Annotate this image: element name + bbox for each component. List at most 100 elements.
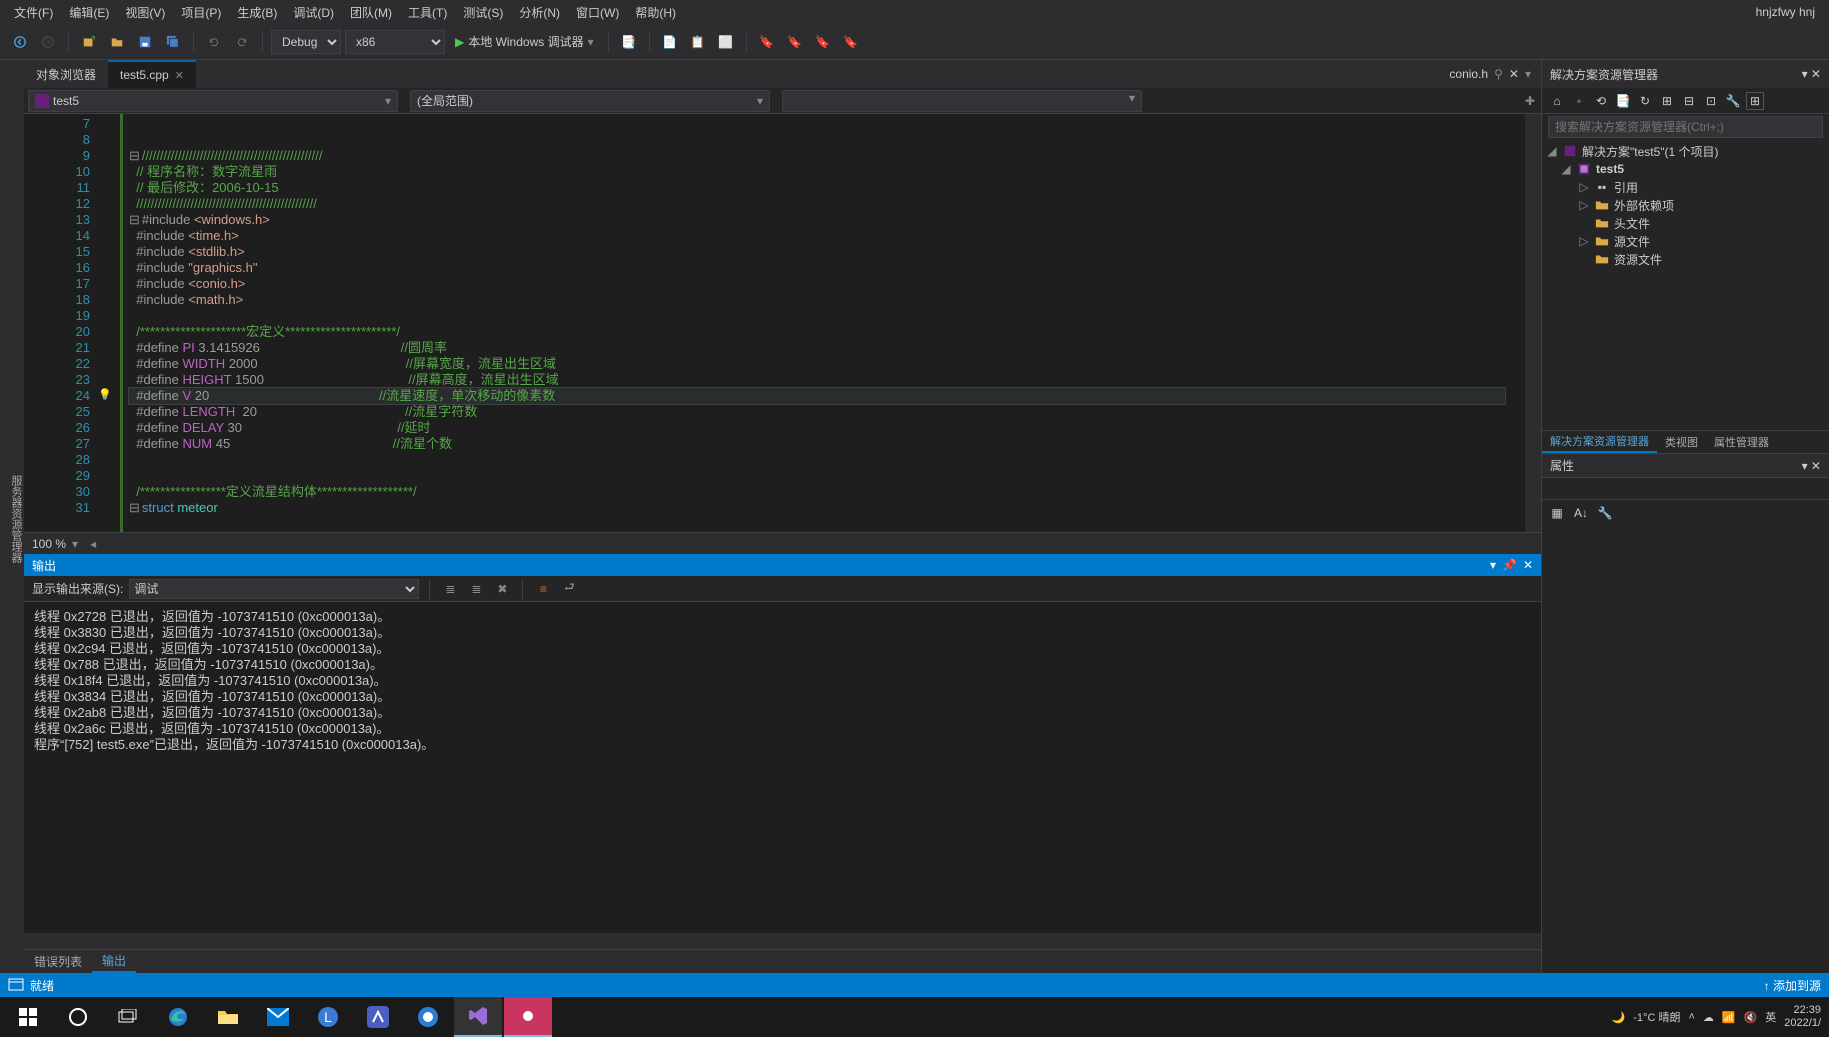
output-source-select[interactable]: 调试 xyxy=(129,579,419,599)
tab-output[interactable]: 输出 xyxy=(92,950,136,973)
rtab-solution[interactable]: 解决方案资源管理器 xyxy=(1542,431,1657,453)
app-icon-1[interactable]: L xyxy=(304,997,352,1037)
edge-icon[interactable] xyxy=(154,997,202,1037)
solution-tree[interactable]: ◢ 解决方案"test5"(1 个项目) ◢ test5 ▷▪▪ 引用 ▷ 外部… xyxy=(1542,140,1829,430)
sln-prop-icon[interactable]: 🔧 xyxy=(1724,92,1742,110)
code-line[interactable]: /*****************定义流星结构体***************… xyxy=(129,484,1525,500)
menu-help[interactable]: 帮助(H) xyxy=(627,4,684,21)
server-explorer-tab[interactable]: 服务器资源管理器 xyxy=(8,475,24,563)
code-line[interactable]: #define V 20 //流星速度，单次移动的像素数 xyxy=(129,388,1505,404)
output-header[interactable]: 输出 ▾ 📌 ✕ xyxy=(24,554,1541,576)
code-line[interactable]: #include <stdlib.h> xyxy=(129,244,1525,260)
toolbar-icon-6[interactable]: 🔖 xyxy=(783,30,807,54)
tree-headers[interactable]: 头文件 xyxy=(1542,214,1829,232)
open-file-icon[interactable] xyxy=(105,30,129,54)
tree-project[interactable]: ◢ test5 xyxy=(1542,160,1829,178)
output-tool-4[interactable]: ≡ xyxy=(533,579,553,599)
code-line[interactable] xyxy=(129,308,1525,324)
nav-back-icon[interactable] xyxy=(8,30,32,54)
code-line[interactable]: #define NUM 45 //流星个数 xyxy=(129,436,1525,452)
scope-global-select[interactable]: (全局范围)▾ xyxy=(410,90,770,112)
mail-icon[interactable] xyxy=(254,997,302,1037)
output-body[interactable]: 线程 0x2728 已退出，返回值为 -1073741510 (0xc00001… xyxy=(24,602,1541,933)
code-line[interactable]: #define PI 3.1415926 //圆周率 xyxy=(129,340,1525,356)
menu-tools[interactable]: 工具(T) xyxy=(400,4,455,21)
tree-external-deps[interactable]: ▷ 外部依赖项 xyxy=(1542,196,1829,214)
close-tab-icon[interactable]: ✕ xyxy=(175,69,184,82)
menu-window[interactable]: 窗口(W) xyxy=(568,4,627,21)
app-icon-3[interactable] xyxy=(404,997,452,1037)
menu-test[interactable]: 测试(S) xyxy=(455,4,511,21)
menu-analyze[interactable]: 分析(N) xyxy=(511,4,568,21)
pin-icon[interactable]: ⚲ xyxy=(1494,67,1503,81)
start-button[interactable] xyxy=(4,997,52,1037)
toolbar-icon-8[interactable]: 🔖 xyxy=(839,30,863,54)
code-line[interactable]: // 最后修改：2006-10-15 xyxy=(129,180,1525,196)
sln-tool-1[interactable]: 📑 xyxy=(1614,92,1632,110)
code-body[interactable]: ⊟///////////////////////////////////////… xyxy=(120,114,1525,532)
menu-file[interactable]: 文件(F) xyxy=(6,4,61,21)
solution-title-bar[interactable]: 解决方案资源管理器▾ ✕ xyxy=(1542,60,1829,88)
code-line[interactable]: ⊟///////////////////////////////////////… xyxy=(129,148,1525,164)
sln-back-icon[interactable]: ◦ xyxy=(1570,92,1588,110)
sln-home-icon[interactable]: ⌂ xyxy=(1548,92,1566,110)
menu-project[interactable]: 项目(P) xyxy=(173,4,229,21)
platform-select[interactable]: x86 xyxy=(345,30,445,54)
status-add-source[interactable]: ↑ 添加到源 xyxy=(1764,977,1821,994)
menu-edit[interactable]: 编辑(E) xyxy=(61,4,117,21)
code-line[interactable]: #include <conio.h> xyxy=(129,276,1525,292)
tab-error-list[interactable]: 错误列表 xyxy=(24,950,92,973)
rtab-propmgr[interactable]: 属性管理器 xyxy=(1706,431,1777,453)
prop-cat-icon[interactable]: ▦ xyxy=(1548,504,1566,522)
output-tool-2[interactable]: ≣ xyxy=(466,579,486,599)
output-dropdown-icon[interactable]: ▾ xyxy=(1490,558,1496,572)
sln-sync-icon[interactable]: ⟲ xyxy=(1592,92,1610,110)
code-line[interactable] xyxy=(129,468,1525,484)
code-line[interactable]: /*********************宏定义***************… xyxy=(129,324,1525,340)
code-line[interactable]: ⊟#include <windows.h> xyxy=(129,212,1525,228)
tray-volume-icon[interactable]: 🔇 xyxy=(1744,1011,1758,1024)
code-line[interactable] xyxy=(129,116,1525,132)
taskview-icon[interactable] xyxy=(104,997,152,1037)
menu-team[interactable]: 团队(M) xyxy=(342,4,400,21)
code-line[interactable]: // 程序名称：数字流星雨 xyxy=(129,164,1525,180)
explorer-icon[interactable] xyxy=(204,997,252,1037)
code-line[interactable]: #define HEIGHT 1500 //屏幕高度，流星出生区域 xyxy=(129,372,1525,388)
output-tool-5[interactable]: ⮐ xyxy=(559,579,579,599)
output-close-icon[interactable]: ✕ xyxy=(1523,558,1533,572)
tray-wifi-icon[interactable]: 📶 xyxy=(1722,1011,1736,1024)
weather-icon[interactable]: 🌙 xyxy=(1612,1011,1626,1024)
redo-icon[interactable] xyxy=(230,30,254,54)
code-line[interactable] xyxy=(129,132,1525,148)
visual-studio-icon[interactable] xyxy=(454,997,502,1037)
scope-member-select[interactable]: ▾ xyxy=(782,90,1142,112)
preview-tab[interactable]: conio.h ⚲ ✕ ▾ xyxy=(1439,60,1541,88)
solution-search-input[interactable] xyxy=(1548,116,1823,138)
zoom-select[interactable]: 100 % xyxy=(32,537,66,551)
save-all-icon[interactable] xyxy=(161,30,185,54)
app-icon-2[interactable] xyxy=(354,997,402,1037)
undo-icon[interactable] xyxy=(202,30,226,54)
config-select[interactable]: Debug xyxy=(271,30,341,54)
output-tool-1[interactable]: ≣ xyxy=(440,579,460,599)
tree-references[interactable]: ▷▪▪ 引用 xyxy=(1542,178,1829,196)
toolbar-icon-1[interactable]: 📑 xyxy=(617,30,641,54)
properties-object-select[interactable] xyxy=(1542,478,1829,500)
recorder-icon[interactable] xyxy=(504,997,552,1037)
code-line[interactable]: #include <math.h> xyxy=(129,292,1525,308)
toolbar-icon-2[interactable]: 📄 xyxy=(658,30,682,54)
tree-sources[interactable]: ▷ 源文件 xyxy=(1542,232,1829,250)
menu-debug[interactable]: 调试(D) xyxy=(285,4,342,21)
toolbar-icon-4[interactable]: ⬜ xyxy=(714,30,738,54)
sln-tool-5[interactable]: ⊞ xyxy=(1746,92,1764,110)
new-project-icon[interactable] xyxy=(77,30,101,54)
code-line[interactable]: #define DELAY 30 //延时 xyxy=(129,420,1525,436)
output-tool-3[interactable]: ✖ xyxy=(492,579,512,599)
code-line[interactable]: #define LENGTH 20 //流星字符数 xyxy=(129,404,1525,420)
output-pin-icon[interactable]: 📌 xyxy=(1502,558,1517,572)
code-line[interactable] xyxy=(129,452,1525,468)
user-label[interactable]: hnjzfwy hnj xyxy=(1748,5,1823,19)
toolbar-icon-3[interactable]: 📋 xyxy=(686,30,710,54)
nav-forward-icon[interactable] xyxy=(36,30,60,54)
sln-tool-2[interactable]: ⊞ xyxy=(1658,92,1676,110)
